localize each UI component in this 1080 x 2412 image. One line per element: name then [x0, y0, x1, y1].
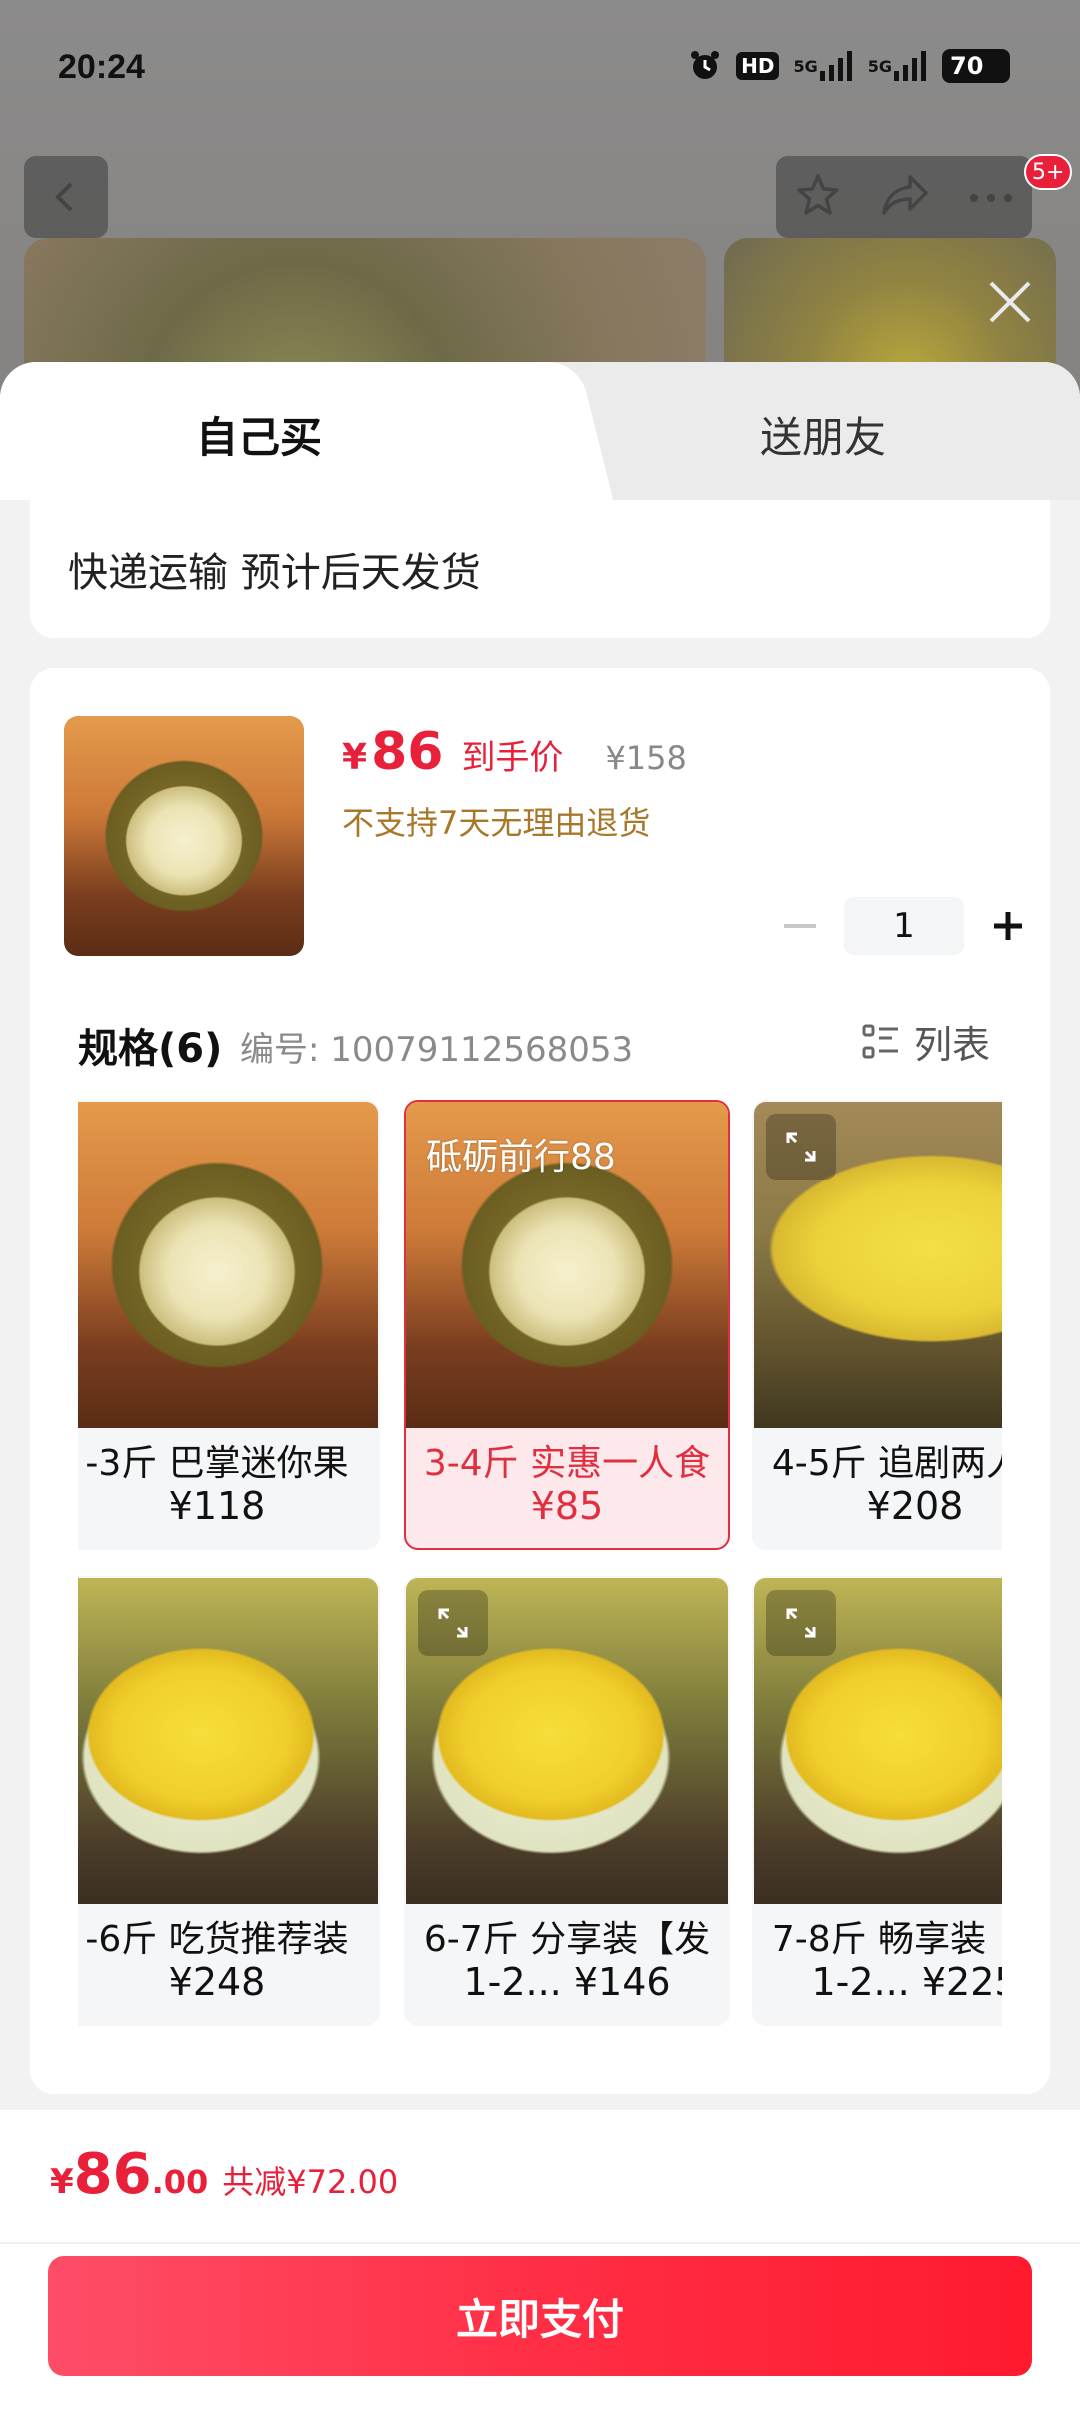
hd-icon: HD	[736, 48, 780, 84]
close-button[interactable]	[980, 272, 1040, 332]
favorite-button[interactable]	[795, 172, 841, 222]
more-icon	[969, 193, 1012, 202]
top-actions	[776, 156, 1032, 238]
back-icon	[55, 182, 73, 212]
spec-option-selected[interactable]: 砥砺前行88 3-4斤 实惠一人食 ¥85	[404, 1100, 730, 1550]
back-button[interactable]	[24, 156, 108, 238]
final-price: 86	[371, 722, 444, 782]
option-label: -3斤 巴掌迷你果	[85, 1443, 349, 1484]
quantity-stepper: 1	[770, 896, 1038, 956]
option-label: -6斤 吃货推荐装	[85, 1919, 349, 1960]
spec-option[interactable]: -6斤 吃货推荐装 ¥248	[78, 1576, 380, 2026]
expand-image-button[interactable]	[418, 1590, 488, 1656]
price-tag: 到手价	[461, 738, 564, 778]
price-row: ¥ 86 到手价 ¥158	[342, 722, 687, 782]
option-price: ¥118	[168, 1484, 266, 1528]
purchase-tabs: 自己买 送朋友	[0, 362, 1080, 500]
total-savings: 共减¥72.00	[222, 2163, 399, 2201]
status-icons: HD 5G 5G 70	[688, 48, 1010, 84]
star-icon	[797, 174, 840, 215]
product-card: ¥ 86 到手价 ¥158 不支持7天无理由退货 1 规格(6) 编号: 100…	[30, 668, 1050, 2094]
quantity-decrease-button[interactable]	[770, 896, 830, 956]
purchase-sheet: 自己买 送朋友 快递运输 预计后天发货 ¥ 86 到手价 ¥158 不支持7天无…	[0, 362, 1080, 2412]
return-policy-note: 不支持7天无理由退货	[342, 804, 651, 842]
product-code: 编号: 10079112568053	[240, 1030, 634, 1070]
expand-image-button[interactable]	[766, 1114, 836, 1180]
price-currency: ¥	[342, 737, 368, 778]
spec-options-grid: -3斤 巴掌迷你果 ¥118 砥砺前行88 3-4斤 实惠一人食 ¥85 4-5…	[78, 1100, 1002, 2064]
quantity-input[interactable]: 1	[844, 897, 964, 955]
option-label: 6-7斤 分享装【发	[423, 1919, 711, 1960]
minus-icon	[784, 924, 816, 928]
tab-self-buy[interactable]: 自己买	[0, 362, 548, 500]
signal-icon: 5G	[793, 48, 853, 84]
list-view-toggle[interactable]: 列表	[862, 1014, 990, 1069]
spec-option[interactable]: 4-5斤 追剧两人食 ¥208	[752, 1100, 1002, 1550]
spec-option[interactable]: 6-7斤 分享装【发 1-2... ¥146	[404, 1576, 730, 2026]
status-time: 20:24	[58, 48, 145, 86]
spec-option[interactable]: 7-8斤 畅享装【发 1-2... ¥225	[752, 1576, 1002, 2026]
signal-icon-2: 5G	[868, 48, 928, 84]
option-price: 1-2... ¥146	[463, 1960, 671, 2004]
pay-now-button[interactable]: 立即支付	[48, 2256, 1032, 2376]
expand-icon	[438, 1608, 468, 1638]
expand-image-button[interactable]	[766, 1590, 836, 1656]
option-price: ¥248	[168, 1960, 266, 2004]
battery-indicator: 70	[942, 49, 1010, 83]
shipping-card: 快递运输 预计后天发货	[30, 500, 1050, 638]
share-icon	[882, 175, 928, 215]
more-button[interactable]	[969, 188, 1013, 207]
spec-title: 规格(6)	[78, 1026, 223, 1072]
expand-icon	[786, 1132, 816, 1162]
option-image	[78, 1102, 378, 1428]
total-integer: 86	[73, 2142, 152, 2207]
option-label: 7-8斤 畅享装【发	[771, 1919, 1002, 1960]
shipping-info: 快递运输 预计后天发货	[68, 550, 481, 596]
total-currency: ¥	[50, 2162, 74, 2202]
plus-icon	[994, 912, 1022, 940]
total-price: ¥ 86 .00 共减¥72.00	[50, 2142, 398, 2207]
checkout-bar: ¥ 86 .00 共减¥72.00 立即支付	[0, 2110, 1080, 2412]
original-price: ¥158	[605, 739, 687, 777]
spec-option[interactable]: -3斤 巴掌迷你果 ¥118	[78, 1100, 380, 1550]
tab-self-buy-label: 自己买	[196, 413, 323, 462]
image-watermark: 砥砺前行88	[426, 1137, 616, 1178]
option-price: 1-2... ¥225	[811, 1960, 1002, 2004]
option-label: 4-5斤 追剧两人食	[771, 1443, 1002, 1484]
message-badge: 5+	[1024, 154, 1073, 190]
tab-gift-friend[interactable]: 送朋友	[760, 404, 886, 465]
divider	[0, 2242, 1080, 2244]
share-button[interactable]	[880, 173, 930, 221]
option-price: ¥208	[866, 1484, 964, 1528]
option-price: ¥85	[530, 1484, 604, 1528]
total-decimal: .00	[151, 2163, 209, 2201]
expand-icon	[786, 1608, 816, 1638]
list-view-label: 列表	[914, 1023, 991, 1067]
option-label: 3-4斤 实惠一人食	[423, 1443, 711, 1484]
alarm-icon	[688, 48, 722, 84]
product-thumbnail[interactable]	[64, 716, 304, 956]
quantity-increase-button[interactable]	[978, 896, 1038, 956]
close-icon	[989, 281, 1031, 323]
option-image	[78, 1578, 378, 1904]
list-icon	[862, 1024, 898, 1058]
